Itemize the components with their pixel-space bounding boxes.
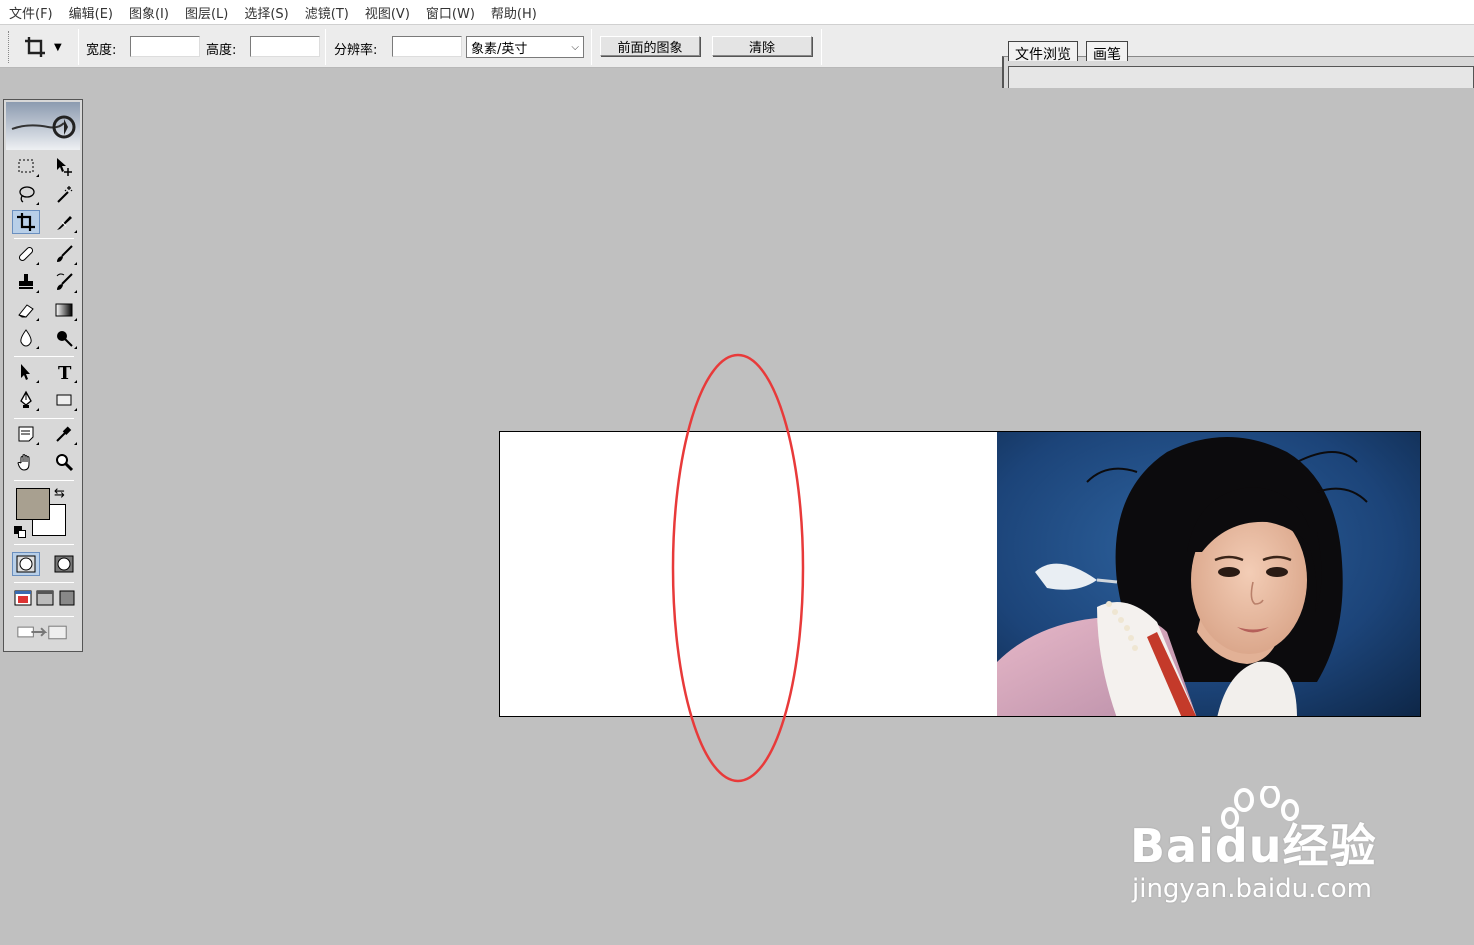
dodge-tool-icon[interactable] (50, 326, 78, 350)
blur-tool-icon[interactable] (12, 326, 40, 350)
menu-filter[interactable]: 滤镜(T) (300, 3, 354, 22)
palette-well-area (1008, 66, 1474, 88)
menu-image[interactable]: 图象(I) (124, 3, 174, 22)
standard-mode-icon[interactable] (12, 552, 40, 576)
resolution-unit-value: 象素/英寸 (471, 41, 528, 57)
type-tool-icon[interactable]: T (50, 360, 78, 384)
svg-text:T: T (58, 363, 72, 382)
menu-view[interactable]: 视图(V) (360, 3, 415, 22)
toolbox-header-logo[interactable] (6, 102, 80, 150)
chevron-down-icon: ⌵ (571, 41, 579, 53)
menu-layer[interactable]: 图层(L) (180, 3, 233, 22)
menu-window[interactable]: 窗口(W) (421, 3, 480, 22)
toolbox: T ⇆ (3, 99, 83, 652)
feather-eye-logo-icon (11, 115, 76, 139)
marquee-tool-icon[interactable] (12, 154, 40, 178)
front-image-button[interactable]: 前面的图象 (600, 36, 700, 56)
toolbox-divider (14, 238, 74, 239)
resolution-field[interactable] (392, 36, 462, 57)
slice-tool-icon[interactable] (50, 210, 78, 234)
toolbox-divider (14, 582, 74, 583)
toolbox-divider (14, 418, 74, 419)
zoom-tool-icon[interactable] (50, 450, 78, 474)
watermark-url: jingyan.baidu.com (1132, 874, 1372, 904)
menu-file[interactable]: 文件(F) (4, 3, 58, 22)
jump-to-imageready-icon[interactable] (12, 620, 74, 644)
divider (821, 29, 822, 65)
divider (78, 29, 79, 65)
toolbox-divider (14, 544, 74, 545)
standard-screen-mode-icon[interactable] (12, 586, 34, 610)
divider (325, 29, 326, 65)
portrait-illustration (997, 432, 1420, 716)
portrait-photo (997, 432, 1420, 716)
options-bar-grip[interactable] (8, 31, 12, 63)
gradient-tool-icon[interactable] (50, 298, 78, 322)
menu-bar: 文件(F) 编辑(E) 图象(I) 图层(L) 选择(S) 滤镜(T) 视图(V… (0, 0, 1474, 25)
resolution-unit-select[interactable]: 象素/英寸 ⌵ (466, 36, 584, 58)
full-screen-mode-icon[interactable] (56, 586, 78, 610)
rectangle-shape-icon[interactable] (50, 388, 78, 412)
hand-tool-icon[interactable] (12, 450, 40, 474)
clone-stamp-icon[interactable] (12, 270, 40, 294)
crop-tool-icon[interactable] (12, 210, 40, 234)
annotation-ellipse (671, 353, 805, 783)
foreground-color-swatch[interactable] (16, 488, 50, 520)
move-tool-icon[interactable] (50, 154, 78, 178)
default-colors-icon[interactable] (14, 526, 26, 538)
divider (591, 29, 592, 65)
path-selection-icon[interactable] (12, 360, 40, 384)
healing-brush-icon[interactable] (12, 242, 40, 266)
height-label: 高度: (206, 43, 237, 58)
document-canvas[interactable] (499, 431, 1421, 717)
resolution-label: 分辨率: (334, 43, 378, 58)
options-bar: ▼ 宽度: 高度: 分辨率: 象素/英寸 ⌵ 前面的图象 清除 文件浏览 画笔 (0, 25, 1474, 88)
lasso-tool-icon[interactable] (12, 182, 40, 206)
tab-file-browser[interactable]: 文件浏览 (1008, 41, 1078, 63)
baidu-jingyan-watermark: Baidu经验 jingyan.baidu.com (1130, 786, 1410, 916)
height-field[interactable] (250, 36, 320, 57)
tab-brushes[interactable]: 画笔 (1086, 41, 1128, 63)
notes-tool-icon[interactable] (12, 422, 40, 446)
width-field[interactable] (130, 36, 200, 57)
eyedropper-icon[interactable] (50, 422, 78, 446)
toolbox-divider (14, 616, 74, 617)
menu-help[interactable]: 帮助(H) (486, 3, 542, 22)
magic-wand-icon[interactable] (50, 182, 78, 206)
quick-mask-mode-icon[interactable] (50, 552, 78, 576)
pen-tool-icon[interactable] (12, 388, 40, 412)
brush-tool-icon[interactable] (50, 242, 78, 266)
full-screen-menu-mode-icon[interactable] (34, 586, 56, 610)
toolbox-divider (14, 356, 74, 357)
chevron-down-icon: ▼ (54, 41, 62, 53)
eraser-tool-icon[interactable] (12, 298, 40, 322)
menu-edit[interactable]: 编辑(E) (64, 3, 118, 22)
tool-preset-picker[interactable]: ▼ (22, 33, 70, 61)
history-brush-icon[interactable] (50, 270, 78, 294)
watermark-brand: Baidu经验 (1130, 819, 1377, 873)
toolbox-divider (14, 480, 74, 481)
clear-button[interactable]: 清除 (712, 36, 812, 56)
width-label: 宽度: (86, 43, 117, 58)
swap-colors-icon[interactable]: ⇆ (54, 486, 65, 501)
crop-icon (25, 37, 45, 57)
menu-select[interactable]: 选择(S) (239, 3, 293, 22)
